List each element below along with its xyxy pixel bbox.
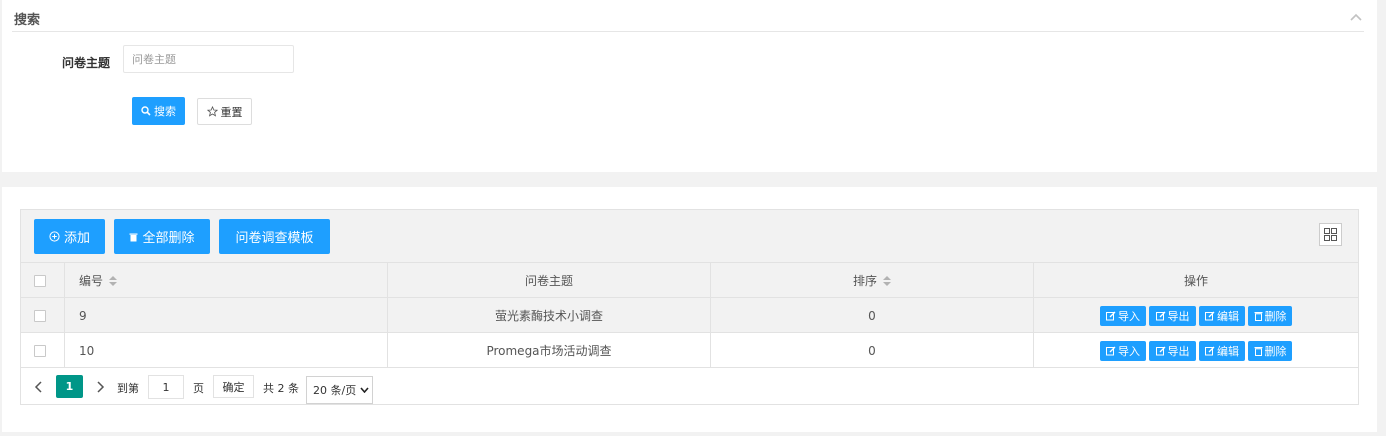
search-button-label: 搜索 <box>154 105 176 118</box>
topic-field-label: 问卷主题 <box>62 56 111 70</box>
columns-icon <box>1324 228 1337 241</box>
add-button-label: 添加 <box>63 231 90 246</box>
goto-prefix-label: 到第 <box>117 382 139 395</box>
edit-button-label: 编辑 <box>1217 345 1239 358</box>
goto-suffix-label: 页 <box>193 382 204 395</box>
header-id[interactable]: 编号 <box>79 263 118 298</box>
import-button[interactable]: 导入 <box>1100 341 1146 361</box>
header-topic-label: 问卷主题 <box>524 274 573 288</box>
edit-icon <box>1106 346 1116 356</box>
cell-id: 10 <box>79 343 95 358</box>
survey-template-button[interactable]: 问卷调查模板 <box>219 219 330 254</box>
cell-order: 0 <box>868 343 876 358</box>
search-button[interactable]: 搜索 <box>132 97 185 125</box>
next-page-icon[interactable] <box>94 379 106 395</box>
row-actions: 导入 导出 编辑 删除 <box>1100 306 1295 326</box>
goto-confirm-button[interactable]: 确定 <box>213 375 254 398</box>
export-button-label: 导出 <box>1167 345 1190 358</box>
chevron-down-icon <box>360 387 369 393</box>
page-size-value: 20 条/页 <box>313 384 357 397</box>
header-topic: 问卷主题 <box>388 263 710 298</box>
page-size-select[interactable]: 20 条/页 <box>306 376 373 404</box>
reset-button[interactable]: 重置 <box>197 98 252 125</box>
sort-icon[interactable] <box>883 275 891 286</box>
current-page-button[interactable]: 1 <box>56 375 83 398</box>
cell-topic: Promega市场活动调查 <box>486 344 612 358</box>
header-id-label: 编号 <box>79 274 104 288</box>
column-filter-button[interactable] <box>1319 223 1342 246</box>
row-checkbox-cell <box>34 298 46 333</box>
delete-button-label: 删除 <box>1264 345 1287 358</box>
edit-icon <box>1155 311 1165 321</box>
prev-page-icon[interactable] <box>33 379 45 395</box>
row-checkbox-cell <box>34 333 46 368</box>
edit-button[interactable]: 编辑 <box>1199 341 1245 361</box>
sort-icon[interactable] <box>109 275 118 286</box>
goto-page-input[interactable] <box>148 375 184 399</box>
row-checkbox[interactable] <box>34 309 46 322</box>
export-button-label: 导出 <box>1167 310 1190 323</box>
chevron-up-icon[interactable] <box>1349 11 1363 25</box>
cell-id: 9 <box>79 308 87 323</box>
divider <box>12 31 1364 32</box>
edit-icon <box>1205 311 1215 321</box>
delete-button-label: 删除 <box>1264 310 1287 323</box>
edit-icon <box>1106 311 1116 321</box>
search-panel <box>2 0 1377 172</box>
select-all-checkbox[interactable] <box>34 274 46 287</box>
select-all-checkbox-cell <box>34 263 46 298</box>
header-actions: 操作 <box>1034 263 1358 298</box>
import-button-label: 导入 <box>1118 345 1140 358</box>
header-order-label: 排序 <box>852 274 877 288</box>
trash-icon <box>1254 312 1262 321</box>
export-button[interactable]: 导出 <box>1149 306 1196 326</box>
header-actions-label: 操作 <box>1183 274 1208 288</box>
search-panel-title: 搜索 <box>14 13 41 28</box>
delete-button[interactable]: 删除 <box>1248 306 1292 326</box>
header-order[interactable]: 排序 <box>711 263 1033 298</box>
edit-button[interactable]: 编辑 <box>1199 306 1245 326</box>
trash-icon <box>1254 347 1262 356</box>
plus-circle-icon <box>49 231 60 242</box>
add-button[interactable]: 添加 <box>34 219 105 254</box>
cell-topic: 萤光素酶技术小调查 <box>494 309 603 323</box>
survey-template-button-label: 问卷调查模板 <box>235 231 314 246</box>
export-button[interactable]: 导出 <box>1149 341 1196 361</box>
trash-icon <box>129 233 138 241</box>
import-button-label: 导入 <box>1118 310 1140 323</box>
row-actions: 导入 导出 编辑 删除 <box>1100 341 1295 361</box>
edit-icon <box>1205 346 1215 356</box>
column-divider <box>64 263 65 368</box>
edit-icon <box>1155 346 1165 356</box>
row-checkbox[interactable] <box>34 344 46 357</box>
search-icon <box>141 106 151 116</box>
delete-all-button-label: 全部删除 <box>142 231 195 246</box>
delete-button[interactable]: 删除 <box>1248 341 1292 361</box>
cell-order: 0 <box>868 308 876 323</box>
topic-search-input[interactable] <box>123 45 294 73</box>
edit-button-label: 编辑 <box>1217 310 1239 323</box>
delete-all-button[interactable]: 全部删除 <box>114 219 210 254</box>
reset-button-label: 重置 <box>220 105 243 119</box>
star-icon <box>206 106 218 117</box>
import-button[interactable]: 导入 <box>1100 306 1146 326</box>
total-count-label: 共 2 条 <box>263 382 299 395</box>
